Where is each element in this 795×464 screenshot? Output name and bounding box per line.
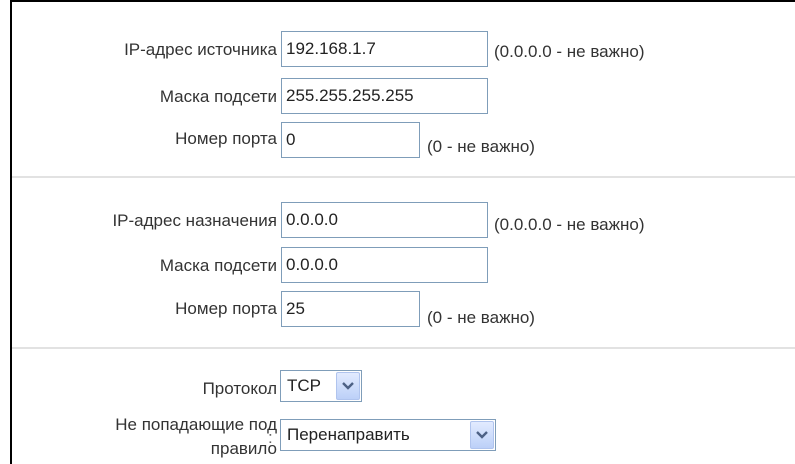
chevron-down-icon[interactable] [470, 421, 494, 449]
source-ip-label: IP-адрес источника [124, 40, 277, 59]
source-port-input[interactable] [281, 122, 420, 158]
section-divider [12, 176, 795, 178]
chevron-down-icon[interactable] [336, 372, 360, 400]
source-mask-input[interactable] [281, 78, 488, 114]
colon: : [268, 129, 273, 148]
destination-ip-input[interactable] [281, 202, 488, 238]
colon: : [268, 379, 273, 398]
destination-ip-label: IP-адрес назначения [112, 211, 277, 230]
destination-ip-hint: (0.0.0.0 - не важно) [494, 215, 645, 234]
protocol-value: TCP [287, 376, 321, 395]
colon: : [268, 428, 273, 447]
colon: : [268, 87, 273, 106]
colon: : [268, 40, 273, 59]
destination-port-input[interactable] [281, 291, 420, 327]
non-matching-select[interactable]: Перенаправить [280, 419, 496, 451]
source-ip-hint: (0.0.0.0 - не важно) [494, 42, 645, 61]
non-matching-label-line1: Не попадающие под [115, 415, 277, 434]
destination-mask-input[interactable] [281, 247, 488, 283]
destination-port-hint: (0 - не важно) [427, 308, 535, 327]
section-divider [12, 347, 795, 349]
protocol-select[interactable]: TCP [280, 370, 362, 402]
source-mask-label: Маска подсети [159, 87, 277, 106]
colon: : [268, 299, 273, 318]
non-matching-label-line2: правило [210, 439, 277, 458]
source-ip-input[interactable] [281, 31, 488, 67]
destination-mask-label: Маска подсети [159, 256, 277, 275]
source-port-label: Номер порта [175, 129, 277, 148]
source-port-hint: (0 - не важно) [427, 137, 535, 156]
protocol-label: Протокол [202, 379, 277, 398]
non-matching-value: Перенаправить [287, 425, 410, 444]
colon: : [268, 256, 273, 275]
destination-port-label: Номер порта [175, 299, 277, 318]
colon: : [268, 211, 273, 230]
